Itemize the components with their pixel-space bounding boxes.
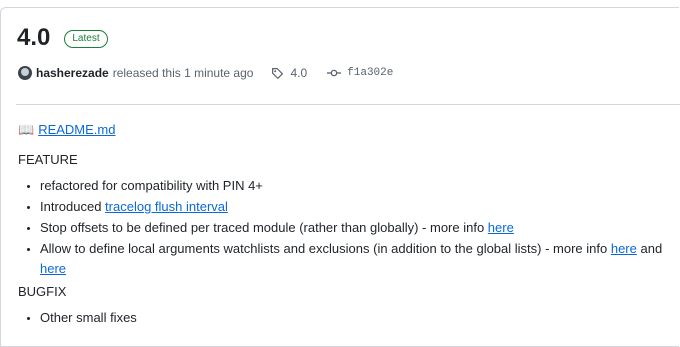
bugfix-list: Other small fixes [18,308,680,328]
list-item-text: Other small fixes [40,310,137,325]
commit-hash: f1a302e [347,67,394,79]
list-item-text: Allow to define local arguments watchlis… [40,241,611,256]
feature-list: refactored for compatibility with PIN 4+… [18,176,680,279]
book-icon: 📖 [18,122,35,137]
list-item-text: Introduced [40,199,106,214]
release-version-title[interactable]: 4.0 [17,24,50,52]
commit-link[interactable]: f1a302e [327,67,393,79]
tag-link[interactable]: 4.0 [271,66,307,80]
list-item: refactored for compatibility with PIN 4+ [40,176,680,196]
released-time: released this 1 minute ago [112,66,254,80]
divider [16,104,680,105]
list-item: Stop offsets to be defined per traced mo… [40,218,680,238]
avatar[interactable] [18,66,32,80]
list-item-text: Stop offsets to be defined per traced mo… [40,220,488,235]
feature-heading: FEATURE [18,152,78,167]
author-link[interactable]: hasherezade [36,66,109,80]
commit-icon [327,69,342,77]
release-meta: hasherezade released this 1 minute ago 4… [18,66,393,80]
tag-icon [272,67,284,79]
release-title-row: 4.0 Latest [17,24,108,52]
here-link[interactable]: here [611,241,637,256]
list-item-text: and [636,241,663,256]
bugfix-heading: BUGFIX [18,284,67,299]
list-item: Introduced tracelog flush interval [40,197,680,217]
readme-link[interactable]: README.md [38,120,115,140]
readme-line: 📖 README.md [18,120,680,140]
here-link[interactable]: here [488,220,514,235]
here-link[interactable]: here [40,261,66,276]
list-item: Other small fixes [40,308,680,328]
latest-badge: Latest [64,30,108,48]
list-item: Allow to define local arguments watchlis… [40,239,680,279]
tag-label: 4.0 [290,66,308,80]
tracelog-flush-interval-link[interactable]: tracelog flush interval [105,199,228,214]
list-item-text: refactored for compatibility with PIN 4+ [40,178,263,193]
release-notes: 📖 README.md FEATURE refactored for compa… [18,120,680,329]
